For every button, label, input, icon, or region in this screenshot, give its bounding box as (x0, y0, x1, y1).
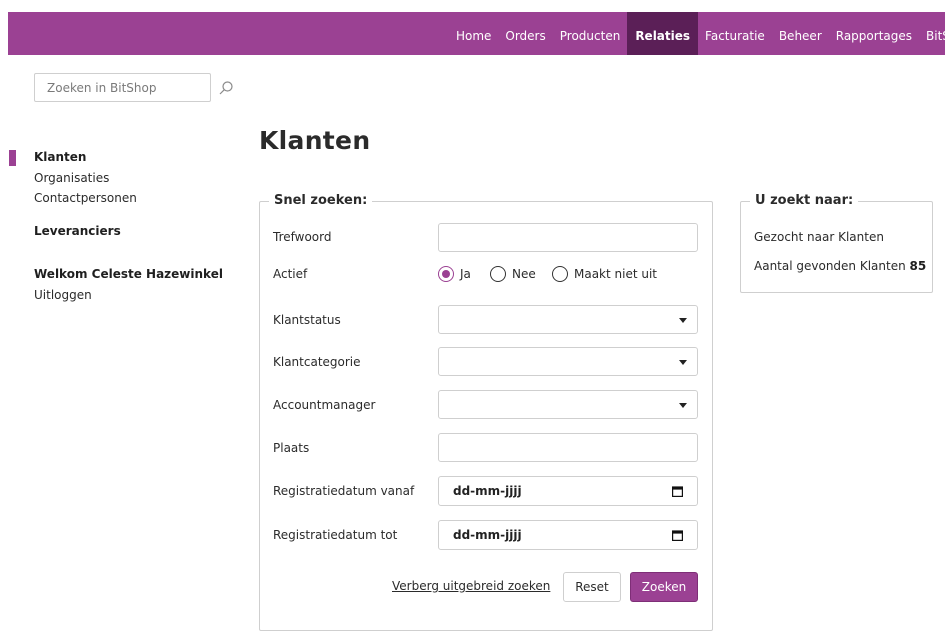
nav-item-relaties[interactable]: Relaties (627, 12, 699, 55)
sidebar-item-contactpersonen[interactable]: Contactpersonen (34, 191, 137, 205)
results-count-label: Aantal gevonden Klanten (754, 259, 906, 273)
nav-item-rapportages[interactable]: Rapportages (829, 12, 919, 55)
searched-for-text: Gezocht naar Klanten (754, 230, 884, 244)
chevron-down-icon (679, 318, 687, 323)
active-radio-maakt-niet-uit[interactable] (552, 266, 568, 282)
reset-button[interactable]: Reset (563, 572, 621, 602)
active-radio-nee[interactable] (490, 266, 506, 282)
nav-item-producten[interactable]: Producten (553, 12, 628, 55)
welcome-text: Welkom Celeste Hazewinkel (34, 267, 223, 281)
date-from-input[interactable]: dd-mm-jjjj (438, 476, 698, 506)
search-button[interactable]: Zoeken (630, 572, 698, 602)
results-count-line: Aantal gevonden Klanten 85 (754, 259, 926, 273)
nav-item-beheer[interactable]: Beheer (772, 12, 829, 55)
quick-search-legend: Snel zoeken: (269, 193, 373, 208)
nav-item-orders[interactable]: Orders (498, 12, 552, 55)
sidebar-item-klanten[interactable]: Klanten (34, 150, 86, 164)
category-label: Klantcategorie (273, 355, 361, 369)
chevron-down-icon (679, 360, 687, 365)
active-label: Actief (273, 267, 308, 281)
city-input[interactable] (438, 433, 698, 462)
active-radio-ja[interactable] (438, 266, 454, 282)
chevron-down-icon (679, 403, 687, 408)
date-to-placeholder: dd-mm-jjjj (453, 528, 522, 542)
keyword-label: Trefwoord (273, 230, 332, 244)
sidebar-active-marker (9, 150, 16, 166)
status-select[interactable] (438, 305, 698, 334)
search-summary-panel: U zoekt naar: (740, 193, 933, 293)
date-from-placeholder: dd-mm-jjjj (453, 484, 522, 498)
sidebar-item-leveranciers[interactable]: Leveranciers (34, 224, 121, 238)
keyword-input[interactable] (438, 223, 698, 252)
search-input[interactable] (34, 73, 211, 102)
date-from-label: Registratiedatum vanaf (273, 484, 415, 498)
city-label: Plaats (273, 441, 310, 455)
nav-item-home[interactable]: Home (449, 12, 498, 55)
active-radio-maakt-niet-uit-label[interactable]: Maakt niet uit (574, 267, 657, 281)
results-count-value: 85 (909, 259, 927, 273)
nav-item-bitshop[interactable]: BitShop (919, 12, 945, 55)
active-radio-ja-label[interactable]: Ja (460, 267, 471, 281)
manager-select[interactable] (438, 390, 698, 419)
logout-link[interactable]: Uitloggen (34, 288, 92, 302)
hide-advanced-search-link[interactable]: Verberg uitgebreid zoeken (392, 579, 550, 593)
main-nav: Home Orders Producten Relaties Facturati… (449, 12, 945, 55)
status-label: Klantstatus (273, 313, 341, 327)
date-to-input[interactable]: dd-mm-jjjj (438, 520, 698, 550)
sidebar-item-organisaties[interactable]: Organisaties (34, 171, 109, 185)
category-select[interactable] (438, 347, 698, 376)
manager-label: Accountmanager (273, 398, 376, 412)
date-to-label: Registratiedatum tot (273, 528, 398, 542)
calendar-icon[interactable] (672, 530, 683, 541)
page-title: Klanten (259, 126, 371, 155)
nav-item-facturatie[interactable]: Facturatie (698, 12, 772, 55)
search-summary-legend: U zoekt naar: (750, 193, 859, 208)
search-icon[interactable] (218, 80, 234, 96)
top-navigation-bar: Home Orders Producten Relaties Facturati… (8, 12, 945, 55)
calendar-icon[interactable] (672, 486, 683, 497)
active-radio-nee-label[interactable]: Nee (512, 267, 536, 281)
